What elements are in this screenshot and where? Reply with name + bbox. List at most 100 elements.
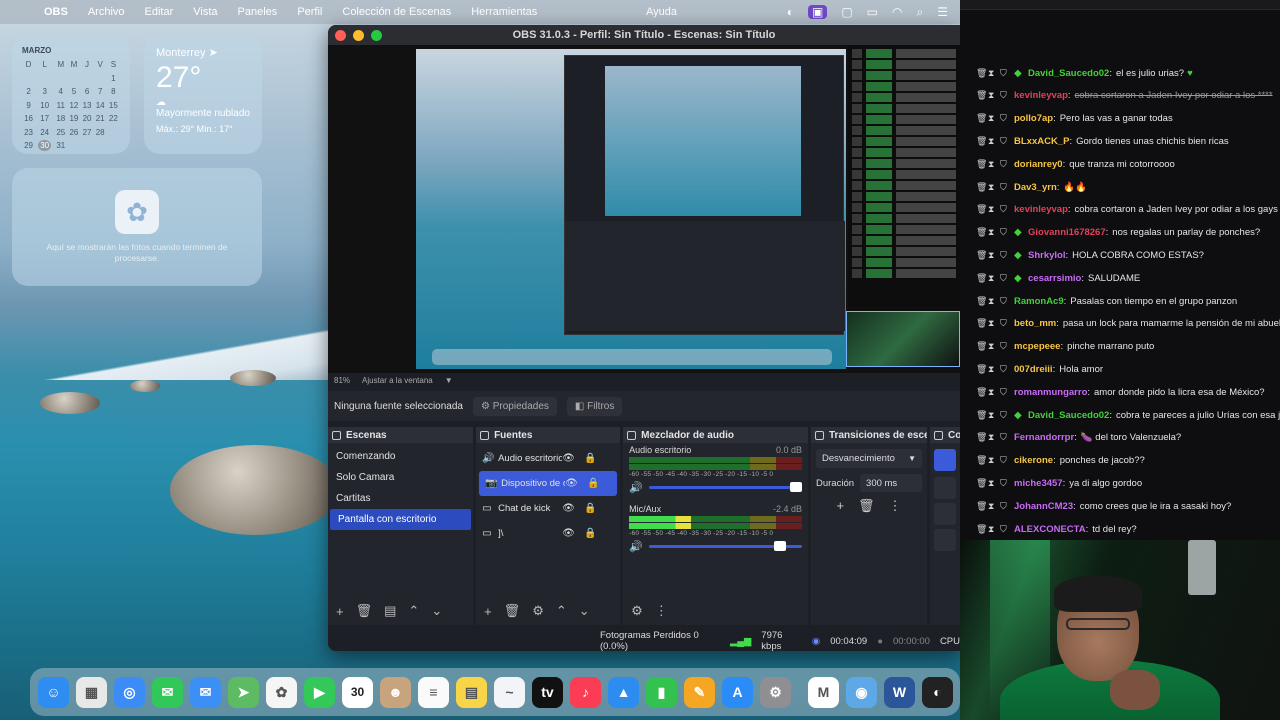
timeout-icon[interactable]: ⧗ <box>988 159 1000 170</box>
chat-username[interactable]: pollo7ap <box>1014 113 1053 124</box>
delete-message-icon[interactable]: 🗑 <box>976 455 988 466</box>
dock-float-icon[interactable] <box>934 430 943 440</box>
music-icon[interactable]: ♪ <box>570 676 601 708</box>
ban-shield-icon[interactable]: ⛉ <box>1000 296 1014 307</box>
chat-username[interactable]: mcpepeee <box>1014 341 1060 352</box>
timeout-icon[interactable]: ⧗ <box>988 136 1000 147</box>
ban-shield-icon[interactable]: ⛉ <box>1000 341 1014 352</box>
timeout-icon[interactable]: ⧗ <box>988 296 1000 307</box>
chat-username[interactable]: Shrkylol <box>1028 250 1066 261</box>
trash-icon[interactable]: 🗑 <box>858 498 875 514</box>
ban-shield-icon[interactable]: ⛉ <box>1000 455 1014 466</box>
slider-knob[interactable] <box>790 482 802 492</box>
ban-shield-icon[interactable]: ⛉ <box>1000 318 1014 329</box>
virtual-camera-button[interactable] <box>934 503 956 525</box>
chat-username[interactable]: BLxxACK_P <box>1014 136 1069 147</box>
timeout-icon[interactable]: ⧗ <box>988 227 1000 238</box>
delete-message-icon[interactable]: 🗑 <box>976 524 988 535</box>
chat-username[interactable]: David_Saucedo02 <box>1028 68 1109 79</box>
timeout-icon[interactable]: ⧗ <box>988 478 1000 489</box>
timeout-icon[interactable]: ⧗ <box>988 204 1000 215</box>
maps-icon[interactable]: ➤ <box>228 676 259 708</box>
zoom-level[interactable]: 81% <box>334 376 350 385</box>
timeout-icon[interactable]: ⧗ <box>988 455 1000 466</box>
reminders-icon[interactable]: ≡ <box>418 676 449 708</box>
dock-float-icon[interactable] <box>815 430 824 440</box>
ban-shield-icon[interactable]: ⛉ <box>1000 250 1014 261</box>
timeout-icon[interactable]: ⧗ <box>988 524 1000 535</box>
duration-input[interactable]: 300 ms <box>860 474 922 492</box>
timeout-icon[interactable]: ⧗ <box>988 501 1000 512</box>
gear-icon[interactable]: ⚙ <box>532 603 544 619</box>
chat-username[interactable]: kevinleyvap <box>1014 204 1068 215</box>
menu-perfil[interactable]: Perfil <box>287 6 332 18</box>
visibility-eye-icon[interactable]: 👁 <box>562 453 575 464</box>
chat-username[interactable]: beto_mm <box>1014 318 1056 329</box>
mute-speaker-icon[interactable]: 🔊 <box>629 481 643 494</box>
properties-button[interactable]: ⚙ Propiedades <box>472 396 557 416</box>
chat-username[interactable]: RamonAc9 <box>1014 296 1064 307</box>
ban-shield-icon[interactable]: ⛉ <box>1000 273 1014 284</box>
lock-icon[interactable]: 🔒 <box>584 503 596 514</box>
ban-shield-icon[interactable]: ⛉ <box>1000 136 1014 147</box>
delete-message-icon[interactable]: 🗑 <box>976 182 988 193</box>
fit-window-label[interactable]: Ajustar a la ventana <box>362 376 433 385</box>
calendar-widget[interactable]: MARZO D L M M J V S 1 2 3 4 5 6 7 8 9 10 11 12 13 14 15 16 17 18… <box>12 36 130 154</box>
safari-icon[interactable]: ◎ <box>114 676 145 708</box>
filters-button[interactable]: ◧ Filtros <box>566 396 623 416</box>
messages-icon[interactable]: ✉ <box>152 676 183 708</box>
chat-username[interactable]: JohannCM23 <box>1014 501 1073 512</box>
photos-icon[interactable]: ✿ <box>266 676 297 708</box>
app-store-icon[interactable]: A <box>722 676 753 708</box>
timeout-icon[interactable]: ⧗ <box>988 341 1000 352</box>
scene-item[interactable]: Solo Camara <box>328 467 473 488</box>
system-settings-icon[interactable]: ⚙ <box>760 676 791 708</box>
delete-message-icon[interactable]: 🗑 <box>976 68 988 79</box>
slider-knob[interactable] <box>774 541 786 551</box>
ban-shield-icon[interactable]: ⛉ <box>1000 364 1014 375</box>
dock-float-icon[interactable] <box>332 430 341 440</box>
delete-message-icon[interactable]: 🗑 <box>976 296 988 307</box>
transition-select[interactable]: Desvanecimiento ▼ <box>816 449 922 468</box>
add-icon[interactable]: + <box>836 498 844 514</box>
ban-shield-icon[interactable]: ⛉ <box>1000 159 1014 170</box>
menu-app-name[interactable]: OBS <box>34 6 78 18</box>
delete-message-icon[interactable]: 🗑 <box>976 410 988 421</box>
delete-message-icon[interactable]: 🗑 <box>976 364 988 375</box>
timeout-icon[interactable]: ⧗ <box>988 432 1000 443</box>
battery-icon[interactable]: ▭ <box>867 5 878 19</box>
delete-message-icon[interactable]: 🗑 <box>976 273 988 284</box>
move-down-icon[interactable]: ⌄ <box>579 603 590 619</box>
scene-item[interactable]: Comenzando <box>328 446 473 467</box>
chat-username[interactable]: cesarrsimio <box>1028 273 1081 284</box>
dock-float-icon[interactable] <box>627 430 637 440</box>
chat-username[interactable]: kevinleyvap <box>1014 90 1068 101</box>
obs-preview[interactable] <box>328 45 960 373</box>
visibility-eye-icon[interactable]: 👁 <box>562 528 575 539</box>
timeout-icon[interactable]: ⧗ <box>988 318 1000 329</box>
delete-message-icon[interactable]: 🗑 <box>976 113 988 124</box>
ban-shield-icon[interactable]: ⛉ <box>1000 432 1014 443</box>
timeout-icon[interactable]: ⧗ <box>988 68 1000 79</box>
ban-shield-icon[interactable]: ⛉ <box>1000 387 1014 398</box>
chat-username[interactable]: Fernandorrpr <box>1014 432 1074 443</box>
wifi-icon[interactable]: ◠ <box>892 5 902 19</box>
scene-item[interactable]: Cartitas <box>328 488 473 509</box>
gmail-icon[interactable]: M <box>808 676 839 708</box>
ban-shield-icon[interactable]: ⛉ <box>1000 227 1014 238</box>
chat-username[interactable]: 007dreiii <box>1014 364 1053 375</box>
delete-message-icon[interactable]: 🗑 <box>976 478 988 489</box>
calendar-icon[interactable]: 30 <box>342 676 373 708</box>
ban-shield-icon[interactable]: ⛉ <box>1000 113 1014 124</box>
freeform-icon[interactable]: ~ <box>494 676 525 708</box>
scene-filter-icon[interactable]: ▤ <box>384 603 396 619</box>
menu-ayuda[interactable]: Ayuda <box>636 6 687 18</box>
pages-icon[interactable]: ✎ <box>684 676 715 708</box>
source-item[interactable]: ▭ Chat de kick 👁 🔒 <box>476 496 620 521</box>
chat-username[interactable]: Dav3_yrn <box>1014 182 1057 193</box>
add-icon[interactable]: + <box>484 604 492 619</box>
start-recording-button[interactable] <box>934 477 956 499</box>
chat-username[interactable]: miche3457 <box>1014 478 1063 489</box>
ban-shield-icon[interactable]: ⛉ <box>1000 204 1014 215</box>
source-item[interactable]: ▭]\ 👁 🔒 <box>476 521 620 546</box>
